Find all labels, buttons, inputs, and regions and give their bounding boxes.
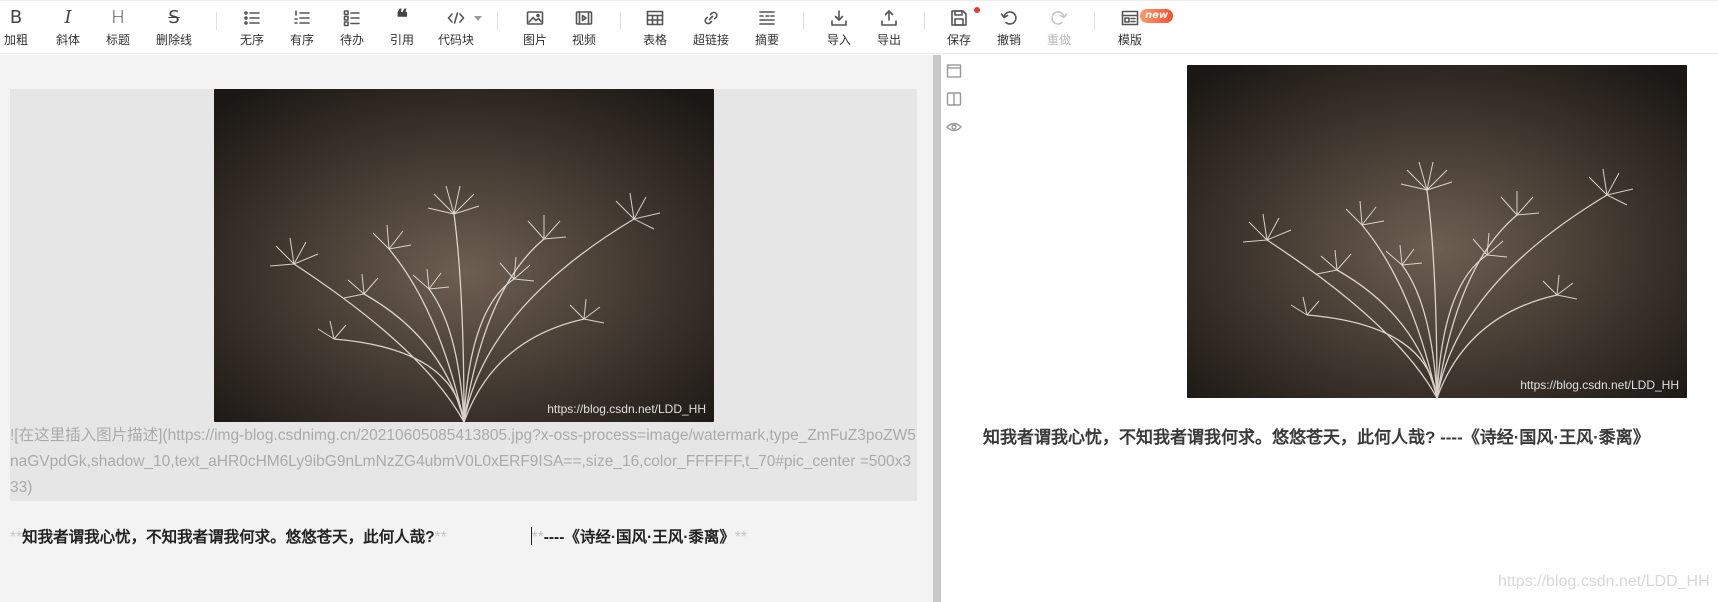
toolbar-divider [216, 12, 217, 30]
ordered-list-label: 有序 [290, 33, 315, 47]
heading-icon: H [111, 7, 125, 28]
toolbar-divider [497, 12, 498, 30]
dandelion-photo [1187, 65, 1687, 398]
bold-mark-open: ** [531, 529, 544, 546]
view-mode-toolbar [941, 55, 969, 602]
hyperlink-label: 超链接 [693, 33, 730, 47]
save-label: 保存 [947, 33, 972, 47]
ordered-list-button[interactable]: 有序 [290, 7, 314, 51]
strikethrough-icon: S [168, 7, 180, 28]
bold-text-2: ----《诗经·国风·王风·黍离》 [543, 529, 735, 546]
undo-label: 撤销 [997, 33, 1022, 47]
todo-list-icon [340, 7, 364, 29]
video-icon [572, 7, 596, 29]
table-button[interactable]: 表格 [643, 7, 667, 51]
image-label: 图片 [523, 33, 548, 47]
heading-button[interactable]: H 标题 [106, 7, 130, 51]
inline-photo[interactable]: https://blog.csdn.net/LDD_HH [214, 89, 714, 422]
italic-button[interactable]: I 斜体 [56, 7, 80, 51]
video-label: 视频 [572, 33, 597, 47]
template-icon [1118, 7, 1142, 29]
undo-button[interactable]: 撤销 [997, 7, 1021, 51]
template-button[interactable]: 模版 [1118, 7, 1142, 51]
page-watermark: https://blog.csdn.net/LDD_HH [1498, 573, 1710, 590]
save-icon [947, 7, 971, 29]
bold-icon: B [9, 7, 23, 28]
markdown-preview: https://blog.csdn.net/LDD_HH 知我者谓我心忧，不知我… [969, 55, 1718, 602]
download-icon [827, 7, 851, 29]
quote-label: 引用 [390, 33, 415, 47]
image-icon [523, 7, 547, 29]
summary-label: 摘要 [755, 33, 780, 47]
split-view-icon[interactable] [946, 91, 964, 109]
code-block-label: 代码块 [438, 33, 475, 47]
bold-text-1: 知我者谓我心忧，不知我者谓我何求。悠悠苍天，此何人哉? [22, 529, 435, 546]
markdown-editor[interactable]: https://blog.csdn.net/LDD_HH ![在这里插入图片描述… [0, 55, 933, 602]
unsaved-indicator [974, 7, 980, 13]
redo-button[interactable]: 重做 [1047, 7, 1071, 51]
table-label: 表格 [643, 33, 668, 47]
chevron-down-icon[interactable] [474, 16, 482, 21]
preview-photo: https://blog.csdn.net/LDD_HH [1187, 65, 1687, 398]
summary-button[interactable]: 摘要 [755, 7, 779, 51]
code-block-button[interactable]: 代码块 [438, 7, 474, 51]
heading-label: 标题 [106, 33, 131, 47]
bold-label: 加粗 [4, 33, 29, 47]
upload-icon [877, 7, 901, 29]
code-icon [444, 7, 468, 29]
link-icon [699, 7, 723, 29]
toolbar-divider [924, 12, 925, 30]
quote-button[interactable]: ❝ 引用 [390, 7, 414, 51]
save-button[interactable]: 保存 [947, 7, 971, 51]
bold-mark-close: ** [434, 529, 447, 546]
export-label: 导出 [877, 33, 902, 47]
image-watermark: https://blog.csdn.net/LDD_HH [1520, 378, 1679, 392]
bold-button[interactable]: B 加粗 [4, 7, 28, 51]
new-badge: new [1140, 9, 1174, 23]
unordered-list-icon [240, 7, 264, 29]
video-button[interactable]: 视频 [572, 7, 596, 51]
summary-icon [755, 7, 779, 29]
toolbar-divider [803, 12, 804, 30]
italic-label: 斜体 [56, 33, 81, 47]
bold-mark-close: ** [734, 529, 747, 546]
hyperlink-button[interactable]: 超链接 [693, 7, 729, 51]
unordered-list-label: 无序 [240, 33, 265, 47]
preview-quote: 知我者谓我心忧，不知我者谓我何求。悠悠苍天，此何人哉? ----《诗经·国风·王… [983, 428, 1650, 447]
toolbar-divider [620, 12, 621, 30]
unordered-list-button[interactable]: 无序 [240, 7, 264, 51]
redo-icon [1047, 7, 1071, 29]
image-button[interactable]: 图片 [523, 7, 547, 51]
pane-splitter[interactable] [933, 55, 941, 602]
image-watermark: https://blog.csdn.net/LDD_HH [547, 402, 706, 416]
todo-list-label: 待办 [340, 33, 365, 47]
eye-icon[interactable] [946, 119, 964, 137]
quote-icon: ❝ [396, 5, 408, 31]
undo-icon [997, 7, 1021, 29]
editor-toolbar: B 加粗 I 斜体 H 标题 S 删除线 无序 有序 待办 ❝ 引用 代码块 图… [0, 0, 1718, 54]
dandelion-photo [214, 89, 714, 422]
markdown-image-source[interactable]: ![在这里插入图片描述](https://img-blog.csdnimg.cn… [10, 423, 917, 501]
italic-icon: I [64, 7, 72, 28]
strikethrough-button[interactable]: S 删除线 [156, 7, 192, 51]
table-icon [643, 7, 667, 29]
strikethrough-label: 删除线 [156, 33, 193, 47]
import-label: 导入 [827, 33, 852, 47]
todo-list-button[interactable]: 待办 [340, 7, 364, 51]
import-button[interactable]: 导入 [827, 7, 851, 51]
bold-mark-open: ** [10, 529, 23, 546]
editor-only-icon[interactable] [946, 63, 964, 81]
markdown-bold-line[interactable]: **知我者谓我心忧，不知我者谓我何求。悠悠苍天，此何人哉?** **----《诗经… [10, 525, 920, 551]
ordered-list-icon [290, 7, 314, 29]
template-label: 模版 [1118, 33, 1143, 47]
toolbar-divider [1094, 12, 1095, 30]
export-button[interactable]: 导出 [877, 7, 901, 51]
redo-label: 重做 [1047, 33, 1072, 47]
